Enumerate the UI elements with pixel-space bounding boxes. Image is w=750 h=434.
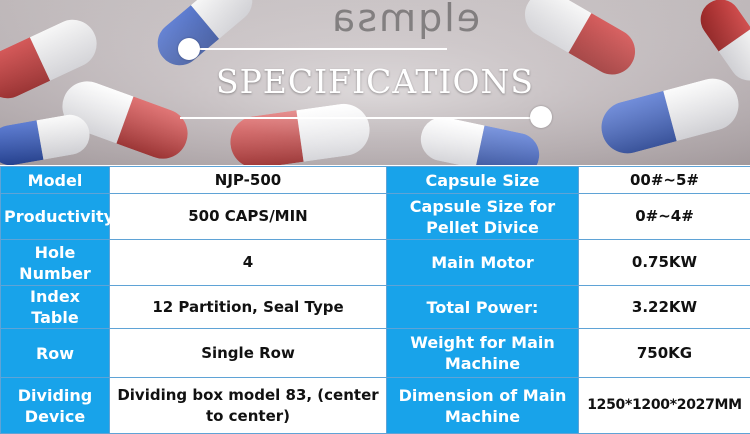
spec-label: Index Table	[1, 286, 110, 329]
spec-value: 750KG	[579, 329, 750, 378]
spec-label: Row	[1, 329, 110, 378]
title-line-top	[187, 48, 447, 50]
table-row: Row Single Row Weight for Main Machine 7…	[1, 329, 750, 378]
spec-value: NJP-500	[110, 167, 387, 194]
table-row: Dividing Device Dividing box model 83, (…	[1, 378, 750, 434]
specifications-banner: elqmsa SPECIFICATIONS	[0, 0, 750, 165]
spec-label: Main Motor	[387, 240, 579, 286]
table-row: Productivity 500 CAPS/MIN Capsule Size f…	[1, 194, 750, 240]
page-title: SPECIFICATIONS	[0, 62, 750, 101]
table-row: Model NJP-500 Capsule Size 00#~5#	[1, 167, 750, 194]
spec-value: 1250*1200*2027MM	[579, 378, 750, 434]
title-line-bottom	[180, 117, 540, 119]
spec-label: Model	[1, 167, 110, 194]
table-row: Index Table 12 Partition, Seal Type Tota…	[1, 286, 750, 329]
spec-value: Dividing box model 83, (center to center…	[110, 378, 387, 434]
background-text: elqmsa	[330, 0, 480, 40]
spec-label: Capsule Size	[387, 167, 579, 194]
spec-value: 12 Partition, Seal Type	[110, 286, 387, 329]
spec-label: Dividing Device	[1, 378, 110, 434]
spec-value: 0.75KW	[579, 240, 750, 286]
spec-value: 00#~5#	[579, 167, 750, 194]
spec-value: 3.22KW	[579, 286, 750, 329]
title-dot-left	[178, 38, 200, 60]
spec-value: Single Row	[110, 329, 387, 378]
spec-label: Capsule Size for Pellet Divice	[387, 194, 579, 240]
title-dot-right	[530, 106, 552, 128]
spec-label: Hole Number	[1, 240, 110, 286]
spec-value: 4	[110, 240, 387, 286]
spec-value: 500 CAPS/MIN	[110, 194, 387, 240]
specifications-table-wrap: Model NJP-500 Capsule Size 00#~5# Produc…	[0, 166, 750, 417]
spec-value: 0#~4#	[579, 194, 750, 240]
table-row: Hole Number 4 Main Motor 0.75KW	[1, 240, 750, 286]
specifications-table: Model NJP-500 Capsule Size 00#~5# Produc…	[0, 166, 750, 434]
spec-label: Weight for Main Machine	[387, 329, 579, 378]
spec-label: Productivity	[1, 194, 110, 240]
spec-label: Dimension of Main Machine	[387, 378, 579, 434]
spec-label: Total Power:	[387, 286, 579, 329]
